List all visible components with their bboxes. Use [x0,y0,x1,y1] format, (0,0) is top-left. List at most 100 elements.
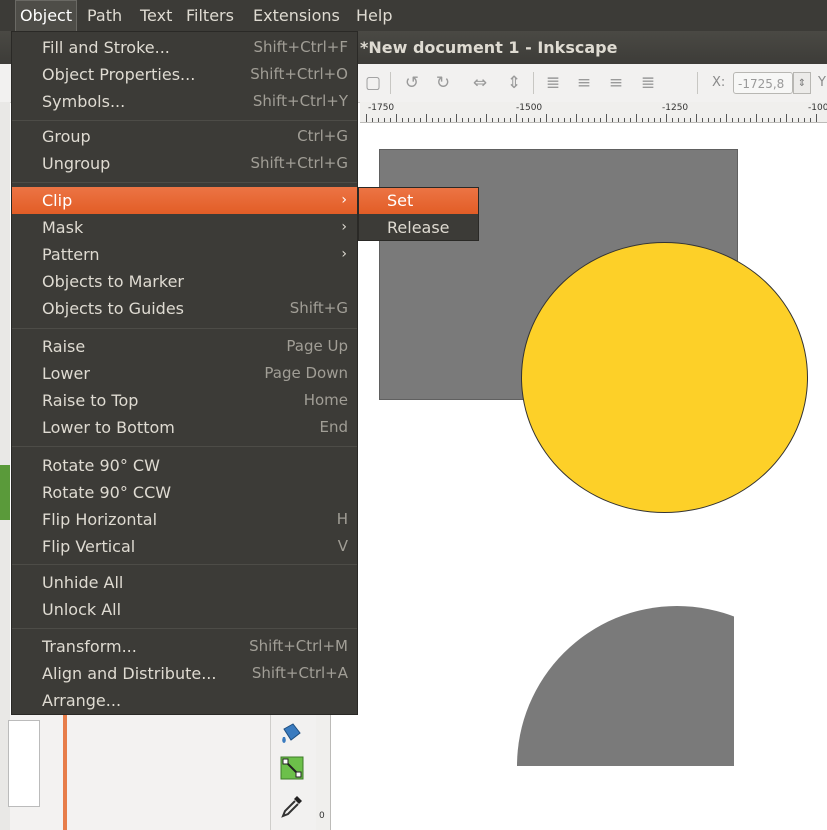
menu-help[interactable]: Help [352,0,396,31]
ruler-tick [654,118,655,122]
ruler-tick [768,118,769,122]
ruler-tick [798,118,799,122]
ruler-tick [534,118,535,122]
raise-to-top-icon[interactable]: ≣ [637,72,659,94]
menu-text[interactable]: Text [136,0,176,31]
lower-to-bottom-icon[interactable]: ≣ [542,72,564,94]
horizontal-ruler[interactable]: -1750 -1500 -1250 -100 [360,102,827,123]
ruler-tick [714,118,715,122]
ruler-tick [402,118,403,122]
ruler-tick [366,114,367,122]
ruler-tick [612,118,613,122]
flip-vertical-icon[interactable]: ⇕ [503,72,525,94]
rotate-ccw-icon[interactable]: ↺ [401,72,423,94]
gradient-icon[interactable] [279,755,305,781]
ruler-label: 0 [319,811,325,821]
ruler-tick [816,114,817,122]
menu-item-rotate-cw[interactable]: Rotate 90° CW [12,452,357,479]
menu-item-align-and-distribute[interactable]: Align and Distribute... Shift+Ctrl+A [12,660,357,687]
ruler-tick [642,118,643,122]
menu-filters[interactable]: Filters [182,0,238,31]
menu-item-rotate-ccw[interactable]: Rotate 90° CCW [12,479,357,506]
ruler-tick [462,118,463,122]
ruler-label: -1250 [662,103,689,113]
ruler-tick [792,118,793,122]
ruler-tick [672,118,673,122]
menu-item-ungroup[interactable]: Ungroup Shift+Ctrl+G [12,150,357,177]
ruler-tick [468,118,469,122]
ruler-tick [774,118,775,122]
ruler-label: -1750 [368,103,395,113]
menu-item-object-properties[interactable]: Object Properties... Shift+Ctrl+O [12,61,357,88]
menu-item-raise-to-top[interactable]: Raise to Top Home [12,387,357,414]
ruler-tick [378,118,379,122]
ruler-tick [636,114,637,122]
menu-item-unhide-all[interactable]: Unhide All [12,569,357,596]
ruler-tick [588,118,589,122]
menu-item-symbols[interactable]: Symbols... Shift+Ctrl+Y [12,88,357,115]
ruler-tick [804,118,805,122]
flip-horizontal-icon[interactable]: ⇔ [469,72,491,94]
menu-item-raise[interactable]: Raise Page Up [12,333,357,360]
menu-path[interactable]: Path [83,0,126,31]
ruler-tick [528,118,529,122]
object-menu: Fill and Stroke... Shift+Ctrl+F Object Pr… [11,31,358,715]
ruler-tick [372,118,373,122]
ruler-tick [486,114,487,122]
y-label: Y [818,75,826,90]
vertical-ruler[interactable]: 0 [316,715,331,830]
menu-item-arrange[interactable]: Arrange... [12,687,357,714]
menu-item-group[interactable]: Group Ctrl+G [12,123,357,150]
ruler-tick [504,118,505,122]
menu-item-lower[interactable]: Lower Page Down [12,360,357,387]
ruler-tick [630,118,631,122]
rotate-cw-icon[interactable]: ↻ [432,72,454,94]
ruler-tick [690,118,691,122]
submenu-item-set[interactable]: Set [359,188,478,214]
menu-item-flip-horizontal[interactable]: Flip Horizontal H [12,506,357,533]
ruler-tick [696,114,697,122]
chevron-right-icon: › [341,192,347,208]
submenu-item-release[interactable]: Release [359,215,478,241]
dropper-icon[interactable] [279,793,305,819]
menu-item-mask[interactable]: Mask › [12,214,357,241]
ruler-tick [456,114,457,122]
menu-object[interactable]: Object [15,0,78,31]
ruler-tick [744,118,745,122]
ruler-tick [516,114,517,122]
menu-item-unlock-all[interactable]: Unlock All [12,596,357,623]
menu-item-fill-and-stroke[interactable]: Fill and Stroke... Shift+Ctrl+F [12,34,357,61]
ruler-tick [624,118,625,122]
x-spin-button[interactable]: ⇕ [793,72,811,94]
ruler-tick [576,114,577,122]
ruler-tick [750,118,751,122]
ruler-tick [408,118,409,122]
ruler-tick [426,114,427,122]
menu-extensions[interactable]: Extensions [249,0,344,31]
ruler-tick [510,118,511,122]
guide-line [63,715,67,830]
ruler-tick [474,118,475,122]
paint-bucket-icon[interactable] [279,721,305,747]
menu-item-flip-vertical[interactable]: Flip Vertical V [12,533,357,560]
tool-palette [270,715,318,830]
menu-item-lower-to-bottom[interactable]: Lower to Bottom End [12,414,357,441]
chevron-right-icon: › [341,219,347,235]
menu-item-pattern[interactable]: Pattern › [12,241,357,268]
ruler-tick [546,114,547,122]
chevron-right-icon: › [341,246,347,262]
ruler-tick [600,118,601,122]
ruler-tick [648,118,649,122]
menu-item-objects-to-guides[interactable]: Objects to Guides Shift+G [12,295,357,322]
yellow-circle[interactable] [521,242,808,513]
menu-item-clip[interactable]: Clip › [12,187,357,214]
raise-icon[interactable]: ≡ [605,72,627,94]
duplicate-icon[interactable]: ▢ [362,72,384,94]
x-label: X: [712,75,726,90]
x-coordinate-input[interactable]: -1725,8 [733,72,793,94]
clipped-gray-circle[interactable] [517,606,734,766]
ruler-tick [720,118,721,122]
lower-icon[interactable]: ≡ [573,72,595,94]
menu-item-objects-to-marker[interactable]: Objects to Marker [12,268,357,295]
menu-item-transform[interactable]: Transform... Shift+Ctrl+M [12,633,357,660]
